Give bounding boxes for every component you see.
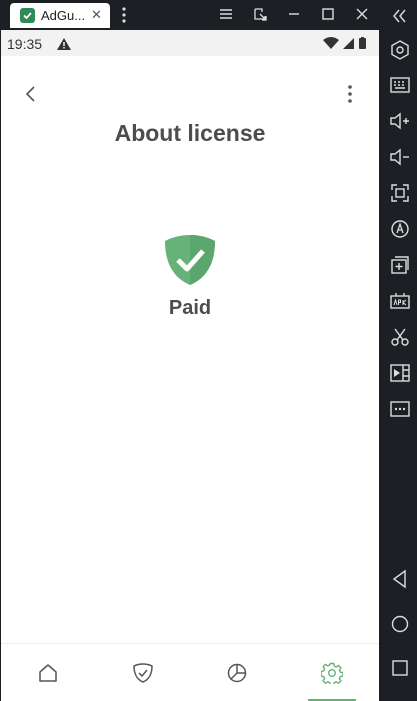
settings-hexagon-icon[interactable] — [389, 39, 411, 61]
signal-icon — [343, 38, 354, 49]
rotate-icon[interactable] — [389, 218, 411, 240]
more-options-icon[interactable] — [339, 83, 361, 105]
nav-statistics[interactable] — [212, 644, 262, 701]
recents-square-icon[interactable] — [389, 657, 411, 679]
volume-up-icon[interactable] — [389, 110, 411, 132]
settings-icon — [321, 662, 343, 684]
add-window-icon[interactable] — [389, 254, 411, 276]
video-icon[interactable] — [389, 362, 411, 384]
tab-close-icon[interactable]: ✕ — [91, 7, 102, 23]
menu-icon[interactable] — [216, 5, 236, 25]
volume-down-icon[interactable] — [389, 146, 411, 168]
warning-icon — [57, 37, 71, 55]
back-button[interactable] — [20, 83, 42, 105]
page-title: About license — [114, 120, 266, 146]
app-tab[interactable]: AdGu... ✕ — [10, 3, 110, 28]
statistics-icon — [227, 663, 247, 683]
emulator-sidebar — [382, 9, 417, 701]
status-icons — [323, 37, 373, 55]
bottom-navigation — [1, 643, 379, 701]
license-shield-icon — [164, 234, 216, 286]
keyboard-icon[interactable] — [389, 74, 411, 96]
status-bar: 19:35 — [1, 30, 379, 56]
collapse-icon[interactable] — [389, 5, 411, 27]
nav-settings[interactable] — [307, 644, 357, 701]
nav-home[interactable] — [23, 644, 73, 701]
license-status: Paid — [168, 297, 212, 319]
scissors-icon[interactable] — [389, 326, 411, 348]
battery-icon — [359, 38, 366, 49]
emulator-titlebar: AdGu... ✕ — [0, 0, 417, 30]
phone-screen: 19:35 About license Paid — [1, 30, 379, 701]
apk-icon[interactable] — [389, 290, 411, 312]
maximize-icon[interactable] — [318, 5, 338, 25]
nav-protection[interactable] — [118, 644, 168, 701]
tab-menu-icon[interactable] — [118, 5, 130, 25]
home-icon — [39, 664, 57, 682]
home-circle-icon[interactable] — [389, 613, 411, 635]
fullscreen-icon[interactable] — [389, 182, 411, 204]
protection-icon — [133, 663, 153, 683]
minimize-icon[interactable] — [284, 5, 304, 25]
wifi-icon — [323, 37, 339, 49]
more-icon[interactable] — [389, 398, 411, 420]
external-link-icon[interactable] — [250, 5, 270, 25]
back-triangle-icon[interactable] — [389, 568, 411, 590]
adguard-shield-icon — [20, 8, 35, 23]
status-time: 19:35 — [7, 36, 43, 52]
close-icon[interactable] — [352, 5, 372, 25]
tab-title: AdGu... — [41, 8, 86, 23]
